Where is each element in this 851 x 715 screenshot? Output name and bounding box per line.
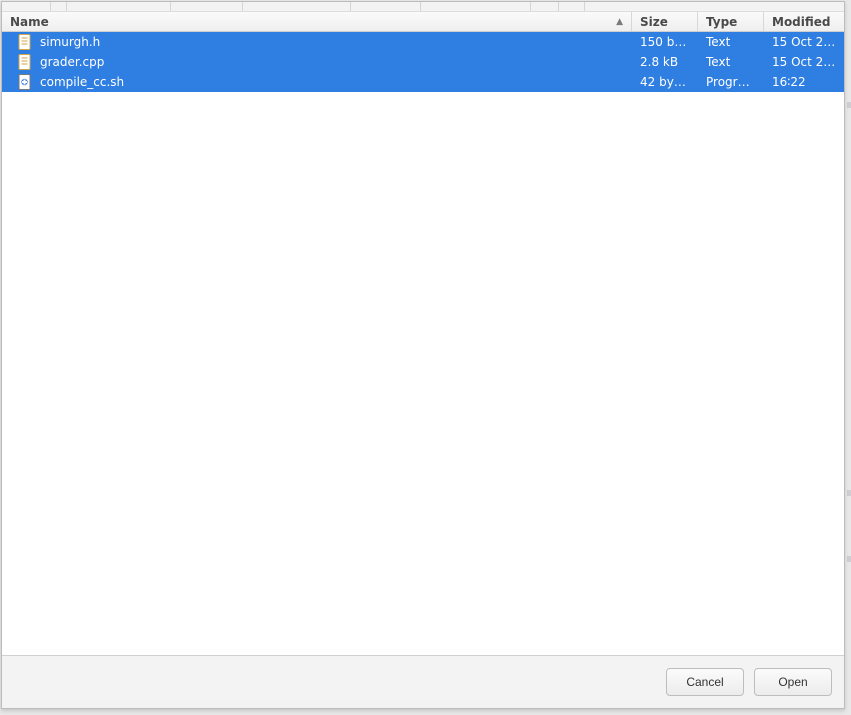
file-size: 150 bytes [632, 35, 698, 49]
column-header-size[interactable]: Size [632, 12, 698, 31]
file-type: Text [698, 55, 764, 69]
column-label: Modified [772, 15, 831, 29]
script-file-icon [18, 74, 32, 90]
sort-asc-icon: ▲ [616, 17, 623, 27]
file-row[interactable]: grader.cpp 2.8 kBText15 Oct 2017 [2, 52, 844, 72]
column-label: Name [10, 15, 49, 29]
file-name: simurgh.h [40, 35, 100, 49]
column-header-modified[interactable]: Modified [764, 12, 844, 31]
file-size: 2.8 kB [632, 55, 698, 69]
column-header-name[interactable]: Name ▲ [2, 12, 632, 31]
file-name: grader.cpp [40, 55, 104, 69]
columns-header: Name ▲ Size Type Modified [2, 12, 844, 32]
open-button[interactable]: Open [754, 668, 832, 696]
cancel-button[interactable]: Cancel [666, 668, 744, 696]
file-modified: 16∶22 [764, 75, 844, 89]
text-file-icon [18, 54, 32, 70]
file-list[interactable]: simurgh.h150 bytesText15 Oct 2017grader.… [2, 32, 844, 656]
column-label: Size [640, 15, 668, 29]
toolbar-strip [2, 2, 844, 12]
file-modified: 15 Oct 2017 [764, 55, 844, 69]
file-open-dialog: Name ▲ Size Type Modified simurgh.h 150 b… [1, 1, 845, 709]
file-type: Program [698, 75, 764, 89]
text-file-icon [18, 34, 32, 50]
column-label: Type [706, 15, 737, 29]
file-modified: 15 Oct 2017 [764, 35, 844, 49]
file-row[interactable]: simurgh.h 150 bytesText15 Oct 2017 [2, 32, 844, 52]
file-type: Text [698, 35, 764, 49]
file-name: compile_cc.sh [40, 75, 124, 89]
file-row[interactable]: compile_cc.sh 42 bytesProgram16∶22 [2, 72, 844, 92]
column-header-type[interactable]: Type [698, 12, 764, 31]
file-size: 42 bytes [632, 75, 698, 89]
dialog-footer: Cancel Open [2, 656, 844, 708]
